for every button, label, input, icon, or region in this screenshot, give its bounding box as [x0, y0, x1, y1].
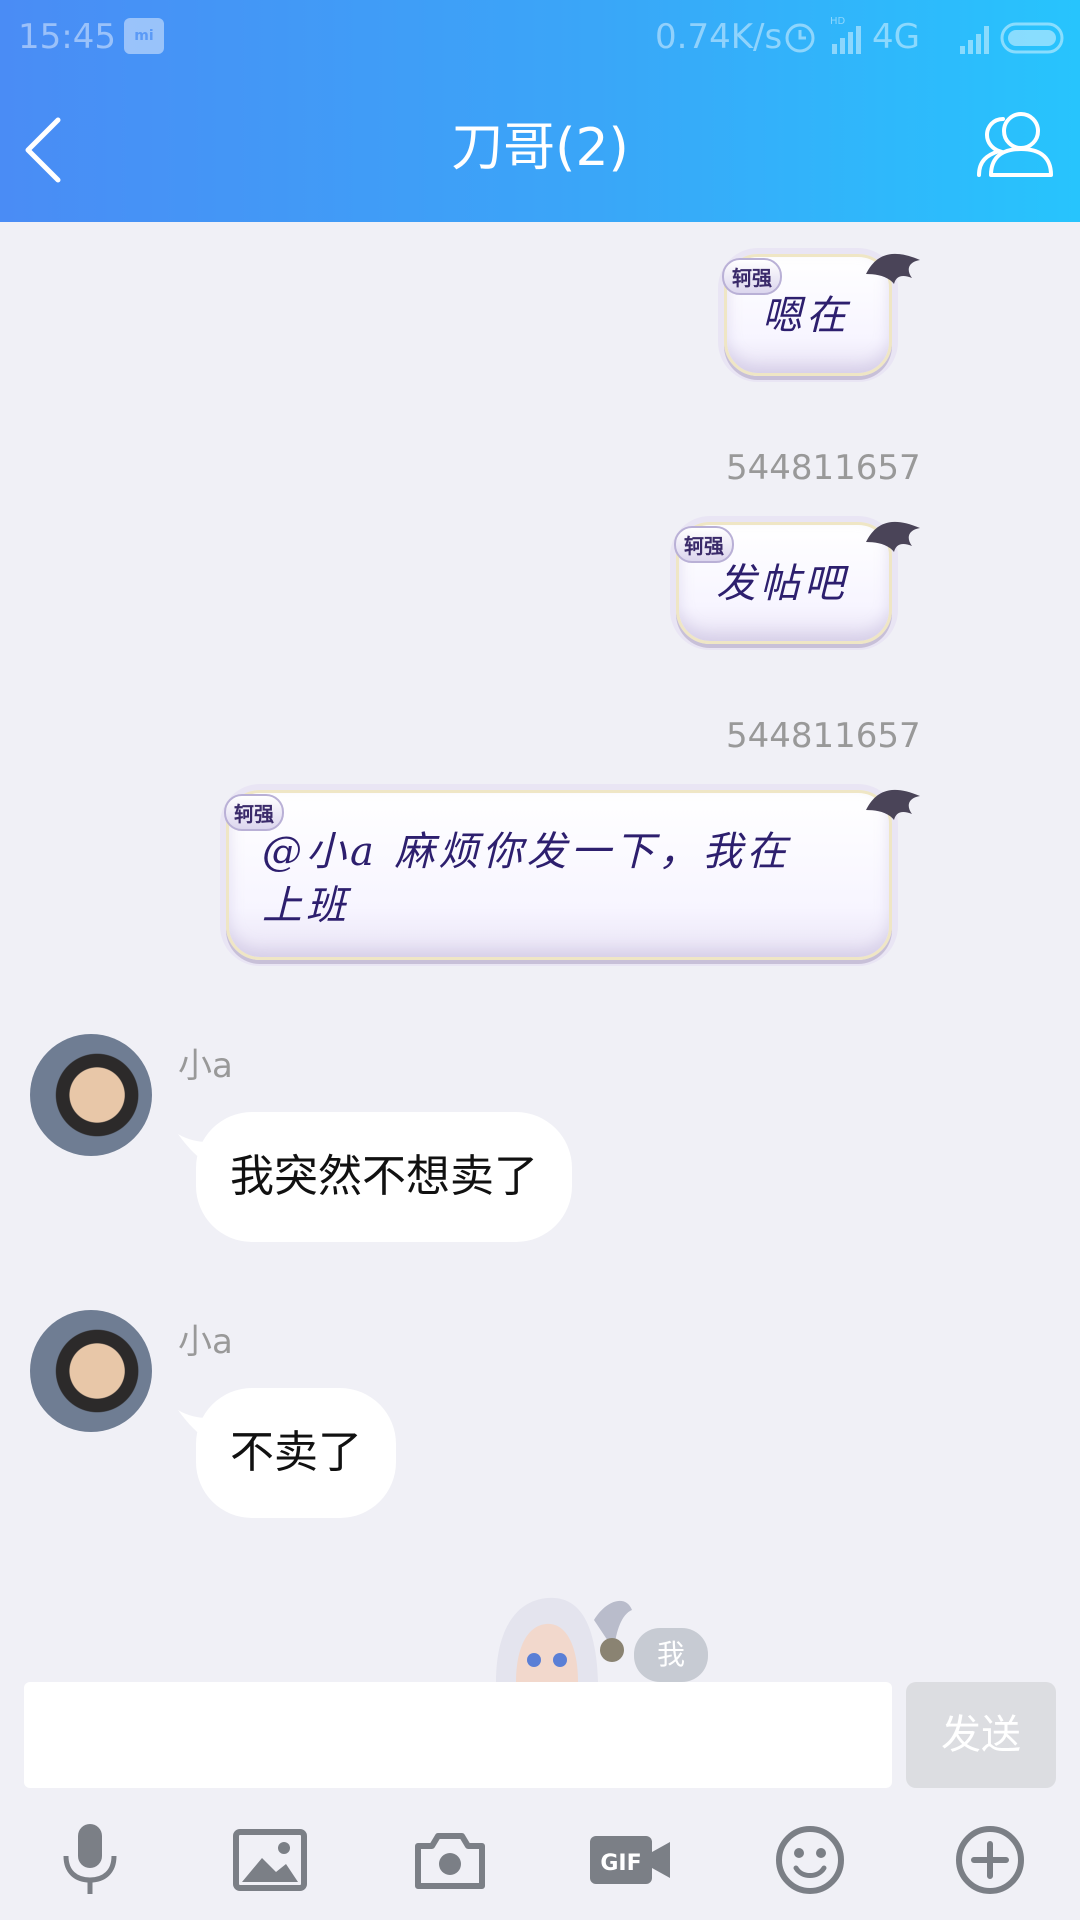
mi-icon: mi	[124, 18, 164, 54]
svg-text:HD: HD	[830, 16, 846, 27]
network-type: 4G	[872, 17, 920, 57]
bat-wing-decoration	[866, 789, 920, 820]
message-bubble[interactable]: 我突然不想卖了	[196, 1112, 572, 1242]
plus-icon[interactable]	[950, 1820, 1030, 1900]
bat-wing-decoration	[866, 253, 920, 284]
avatar[interactable]	[30, 1310, 152, 1432]
gif-icon[interactable]: GIF	[588, 1820, 672, 1900]
avatar[interactable]	[30, 1034, 152, 1156]
message-text: 嗯在	[762, 293, 850, 339]
message-text-line1: @小a 麻烦你发一下，我在	[262, 829, 791, 875]
sender-name: 544811657	[726, 716, 921, 756]
gif-label: GIF	[600, 1851, 641, 1876]
message-bubble[interactable]: 不卖了	[196, 1388, 396, 1518]
sender-name: 小a	[178, 1322, 233, 1362]
image-icon[interactable]	[230, 1820, 310, 1900]
sender-name: 544811657	[726, 448, 921, 488]
status-time: 15:45	[18, 17, 116, 57]
contacts-icon[interactable]	[975, 105, 1057, 185]
message-input[interactable]	[24, 1682, 892, 1788]
net-speed: 0.74K/s	[655, 17, 783, 57]
status-icons: HD	[785, 16, 1064, 54]
chat-title: 刀哥(2)	[451, 118, 629, 178]
microphone-icon[interactable]	[50, 1820, 130, 1900]
my-avatar[interactable]	[486, 1590, 636, 1682]
camera-icon[interactable]	[410, 1820, 490, 1900]
message-text-line2: 上班	[262, 883, 350, 929]
me-badge: 我	[634, 1628, 708, 1682]
send-button[interactable]: 发送	[906, 1682, 1056, 1788]
status-bar: 15:45 mi 0.74K/s HD 4G	[0, 0, 1080, 74]
bat-wing-decoration	[866, 521, 920, 552]
emoji-icon[interactable]	[770, 1820, 850, 1900]
message-text: 发帖吧	[716, 561, 848, 607]
sender-name: 小a	[178, 1046, 233, 1086]
header-bar: 15:45 mi 0.74K/s HD 4G 刀哥(2)	[0, 0, 1080, 222]
